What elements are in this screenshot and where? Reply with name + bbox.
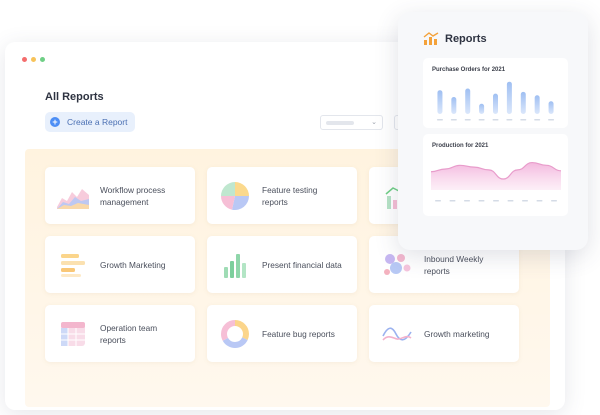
purchase-orders-chart-card[interactable]: Purchase Orders for 2021 [423,58,568,128]
bar [493,93,498,114]
report-card-feature-bug[interactable]: Feature bug reports [207,305,357,362]
reports-header: Reports [423,32,487,46]
x-tick-label [449,200,456,202]
create-report-button[interactable]: + Create a Report [45,112,135,132]
bar [548,101,554,114]
maximize-window-button[interactable] [40,57,45,62]
reports-panel: Reports Purchase Orders for 2021 Product… [398,12,588,250]
horizontal-bar-chart-icon [55,247,90,282]
production-chart-card[interactable]: Production for 2021 [423,134,568,216]
bar [437,90,443,114]
x-tick-label [450,119,457,121]
report-card-feature-testing[interactable]: Feature testing reports [207,167,357,224]
create-report-label: Create a Report [67,117,128,127]
plus-icon: + [50,117,60,127]
x-tick-label [522,200,528,202]
minimize-window-button[interactable] [31,57,36,62]
report-card-label: Present financial data [262,259,342,270]
chevron-down-icon: ⌄ [371,119,377,126]
area-chart-icon [55,178,90,213]
reports-icon [423,32,439,45]
x-tick-label [520,119,527,121]
x-tick-label [436,119,443,121]
bar [451,97,457,114]
x-tick-label [464,119,471,121]
line-chart-icon [379,316,414,351]
x-tick-label [536,200,543,202]
window-controls [22,57,45,62]
dropdown-value-placeholder [326,120,354,125]
filter-dropdown[interactable]: ⌄ [320,115,383,130]
x-tick-label [493,200,499,202]
bubble-chart-icon [379,247,414,282]
area-fill [431,162,561,190]
x-tick-label [478,200,485,202]
report-card-label: Inbound Weekly reports [424,253,484,276]
report-card-growth-marketing-2[interactable]: Growth marketing [369,305,519,362]
report-card-label: Growth marketing [424,328,490,339]
x-tick-label [507,200,514,202]
close-window-button[interactable] [22,57,27,62]
report-card-label: Growth Marketing [100,259,166,270]
pie-chart-icon [217,178,252,213]
bar [479,103,485,114]
x-tick-label [551,200,557,202]
report-card-operation-team[interactable]: Operation team reports [45,305,195,362]
report-card-label: Operation team reports [100,322,158,345]
production-area-chart [430,161,562,202]
x-tick-label [492,119,499,121]
report-card-financial-data[interactable]: Present financial data [207,236,357,293]
report-card-label: Feature bug reports [262,328,335,339]
x-tick-label [435,200,441,202]
reports-title: Reports [445,33,487,45]
bar [534,95,540,114]
table-icon [55,316,90,351]
report-card-label: Feature testing reports [262,184,318,207]
x-tick-label [464,200,470,202]
bar-chart-icon [217,247,252,282]
x-tick-label [506,119,513,121]
bar [465,88,471,114]
stage: All Reports + Create a Report ⌄ Workflow [0,0,600,415]
x-tick-label [548,119,555,121]
bar [520,91,526,114]
donut-chart-icon [217,316,252,351]
report-card-growth-marketing[interactable]: Growth Marketing [45,236,195,293]
report-card-workflow[interactable]: Workflow process management [45,167,195,224]
purchase-orders-bar-chart [436,81,555,121]
x-tick-label [534,119,541,121]
x-tick-label [478,119,485,121]
page-title: All Reports [45,91,104,103]
bar [506,81,512,114]
report-card-label: Workflow process management [100,184,166,207]
